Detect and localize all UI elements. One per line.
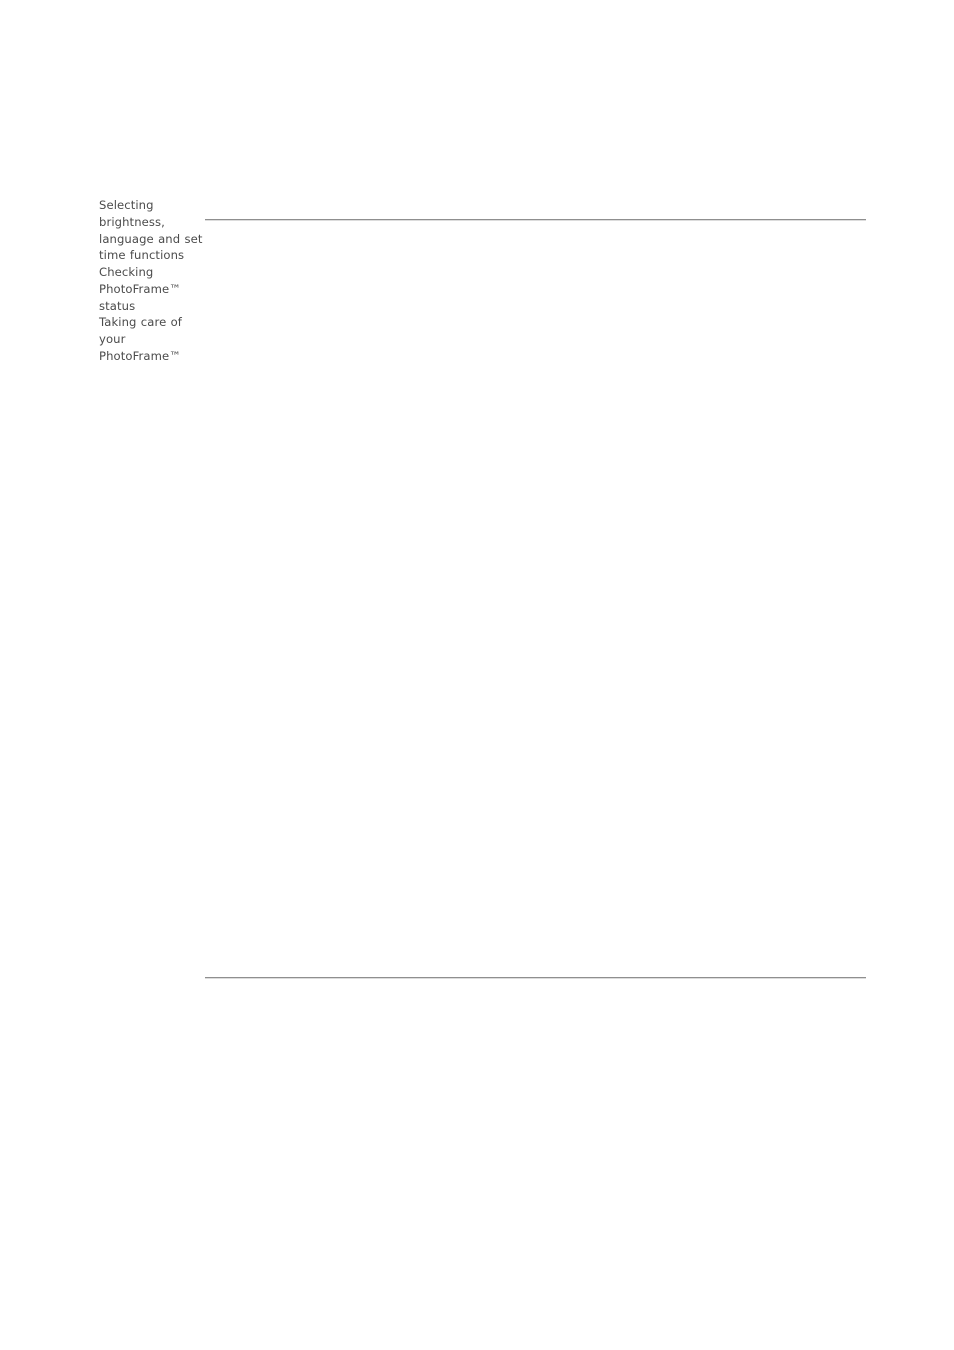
- side-heading-item: Checking PhotoFrame™ status: [99, 264, 203, 314]
- side-heading-label: Taking care of your PhotoFrame™: [99, 315, 182, 363]
- side-heading-label: Checking PhotoFrame™ status: [99, 265, 181, 313]
- main-content-area: [205, 222, 866, 975]
- side-heading-column: Selecting brightness, language and set t…: [99, 197, 203, 365]
- side-heading-item: Taking care of your PhotoFrame™: [99, 314, 203, 364]
- section-divider-top: [205, 219, 866, 221]
- section-divider-bottom: [205, 977, 866, 979]
- document-page: Selecting brightness, language and set t…: [0, 0, 954, 1350]
- side-heading-label: Selecting brightness, language and set t…: [99, 198, 203, 263]
- side-heading-item: Selecting brightness, language and set t…: [99, 197, 203, 264]
